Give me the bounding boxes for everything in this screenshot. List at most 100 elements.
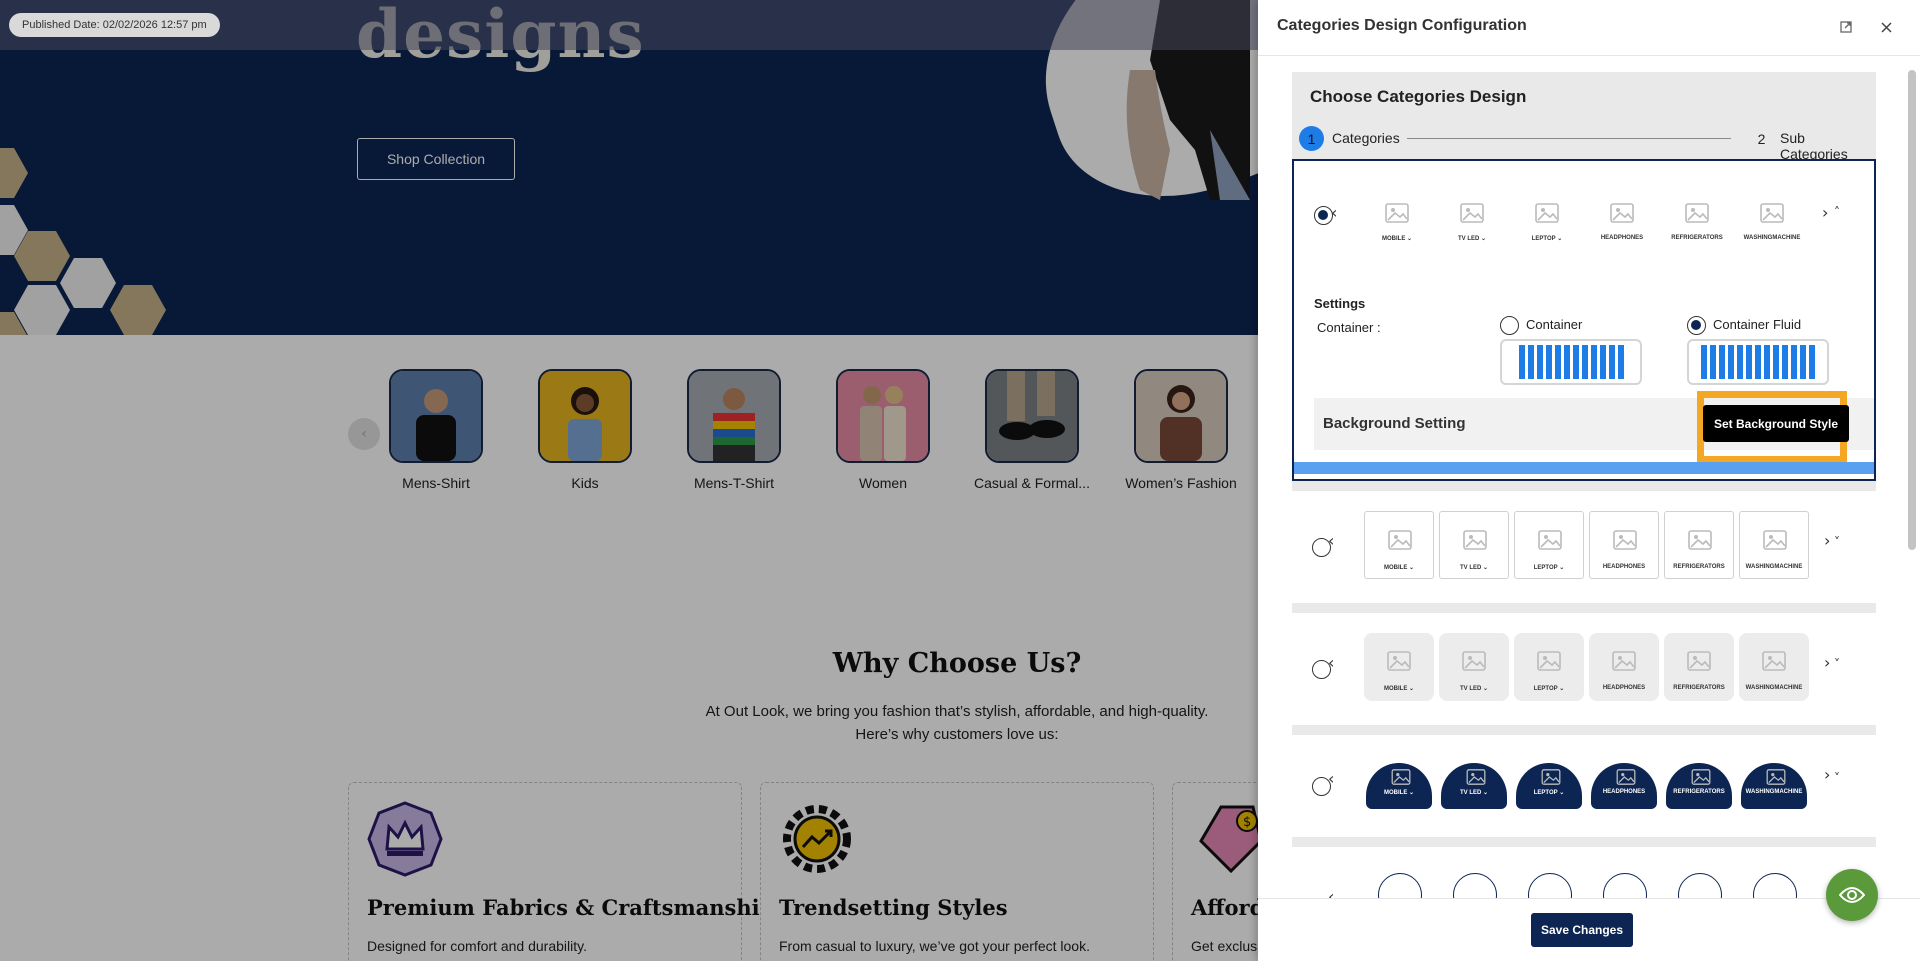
design-option-2[interactable]: ‹ MOBILE ⌄ TV LED ⌄ LEPTOP ⌄ HEADPHONES … (1292, 491, 1876, 603)
categories-design-panel: Categories Design Configuration Choose C… (1258, 0, 1920, 961)
image-placeholder-icon (1365, 518, 1435, 562)
container-preview[interactable] (1500, 339, 1642, 385)
category-tile: LEPTOP ⌄ (1514, 511, 1584, 579)
category-tile: REFRIGERATORS (1664, 511, 1734, 579)
next-chevron-icon: › (1822, 203, 1829, 222)
prev-chevron-icon: ‹ (1328, 531, 1335, 550)
step-2-label[interactable]: Sub Categories (1780, 130, 1875, 162)
image-placeholder-icon (1366, 763, 1436, 789)
next-chevron-icon: › (1824, 531, 1831, 550)
image-placeholder-icon (1587, 193, 1657, 233)
category-tile: REFRIGERATORS (1662, 193, 1732, 241)
tile-label: WASHINGMACHINE (1743, 235, 1801, 241)
container-fluid-radio[interactable] (1687, 316, 1706, 335)
tile-label: TV LED ⌄ (1459, 686, 1489, 692)
category-tile: WASHINGMACHINE (1741, 763, 1807, 809)
step-2-number[interactable]: 2 (1749, 126, 1774, 151)
collapse-chevron-icon[interactable]: ˄ (1834, 205, 1840, 219)
tile-label: HEADPHONES (1602, 564, 1646, 570)
category-tile: TV LED ⌄ (1441, 763, 1507, 809)
tile-label: REFRIGERATORS (1673, 789, 1725, 795)
category-tile: MOBILE ⌄ (1362, 193, 1432, 242)
category-tile: HEADPHONES (1589, 633, 1659, 701)
step-1-label[interactable]: Categories (1332, 130, 1400, 146)
image-placeholder-icon (1441, 763, 1511, 789)
eye-icon (1839, 887, 1865, 903)
image-placeholder-icon (1665, 518, 1735, 562)
category-tile: TV LED ⌄ (1439, 633, 1509, 701)
close-icon[interactable] (1874, 15, 1898, 39)
category-tile: MOBILE ⌄ (1366, 763, 1432, 809)
image-placeholder-icon (1737, 193, 1807, 233)
settings-heading: Settings (1314, 296, 1366, 311)
design-option-1[interactable]: ‹ MOBILE ⌄ TV LED ⌄ LEPTOP ⌄ HEADPHONES … (1292, 159, 1876, 481)
category-tile: HEADPHONES (1591, 763, 1657, 809)
image-placeholder-icon (1440, 518, 1510, 562)
category-tile: LEPTOP ⌄ (1512, 193, 1582, 242)
image-placeholder-icon (1589, 639, 1659, 683)
save-changes-button[interactable]: Save Changes (1531, 913, 1633, 947)
image-placeholder-icon (1664, 639, 1734, 683)
set-background-style-button[interactable]: Set Background Style (1703, 405, 1849, 442)
category-tile (1753, 873, 1797, 898)
image-placeholder-icon (1666, 763, 1736, 789)
tile-label: REFRIGERATORS (1673, 685, 1725, 691)
preview-eye-button[interactable] (1826, 869, 1878, 921)
category-tile: WASHINGMACHINE (1737, 193, 1807, 241)
design-option-4[interactable]: ‹ MOBILE ⌄ TV LED ⌄ LEPTOP ⌄ HEADPHONES … (1292, 735, 1876, 837)
container-label: Container : (1317, 320, 1381, 335)
prev-chevron-icon: ‹ (1328, 769, 1335, 788)
tile-label: LEPTOP ⌄ (1531, 236, 1563, 242)
tile-label: LEPTOP ⌄ (1533, 686, 1565, 692)
category-tile: REFRIGERATORS (1664, 633, 1734, 701)
tile-label: MOBILE ⌄ (1383, 565, 1415, 571)
category-tile: REFRIGERATORS (1666, 763, 1732, 809)
design-option-3[interactable]: ‹ MOBILE ⌄ TV LED ⌄ LEPTOP ⌄ HEADPHONES … (1292, 613, 1876, 725)
tile-label: MOBILE ⌄ (1383, 686, 1415, 692)
tile-label: REFRIGERATORS (1671, 235, 1723, 241)
expand-chevron-icon[interactable]: ˅ (1834, 535, 1840, 549)
panel-header: Categories Design Configuration (1258, 0, 1920, 56)
category-tile (1528, 873, 1572, 898)
tile-label: TV LED ⌄ (1457, 236, 1487, 242)
image-placeholder-icon (1741, 763, 1811, 789)
image-placeholder-icon (1662, 193, 1732, 233)
prev-chevron-icon: ‹ (1331, 203, 1338, 222)
published-date-badge: Published Date: 02/02/2026 12:57 pm (9, 13, 220, 37)
image-placeholder-icon (1590, 518, 1660, 562)
expand-icon[interactable] (1834, 15, 1858, 39)
category-tile: WASHINGMACHINE (1739, 633, 1809, 701)
tile-label: LEPTOP ⌄ (1533, 790, 1565, 796)
category-tile: HEADPHONES (1589, 511, 1659, 579)
tile-label: HEADPHONES (1602, 789, 1646, 795)
image-placeholder-icon (1739, 639, 1809, 683)
container-radio[interactable] (1500, 316, 1519, 335)
tile-label: WASHINGMACHINE (1745, 789, 1803, 795)
tile-label: TV LED ⌄ (1459, 565, 1489, 571)
next-chevron-icon: › (1824, 765, 1831, 784)
category-tile: TV LED ⌄ (1437, 193, 1507, 242)
container-option-label: Container (1526, 317, 1583, 332)
category-tile: TV LED ⌄ (1439, 511, 1509, 579)
step-1-number[interactable]: 1 (1299, 126, 1324, 151)
category-tile (1378, 873, 1422, 898)
category-tile (1453, 873, 1497, 898)
tile-label: REFRIGERATORS (1673, 564, 1725, 570)
tile-label: WASHINGMACHINE (1745, 685, 1803, 691)
next-chevron-icon: › (1824, 653, 1831, 672)
step-connector (1407, 138, 1731, 139)
container-fluid-preview[interactable] (1687, 339, 1829, 385)
background-setting-label: Background Setting (1323, 415, 1466, 432)
stepper: 1 Categories 2 Sub Categories (1299, 126, 1875, 162)
design-option-5[interactable]: ‹ (1292, 847, 1876, 898)
image-placeholder-icon (1740, 518, 1810, 562)
expand-chevron-icon[interactable]: ˅ (1834, 657, 1840, 671)
image-placeholder-icon (1437, 193, 1507, 233)
expand-chevron-icon[interactable]: ˅ (1834, 771, 1840, 785)
image-placeholder-icon (1514, 639, 1584, 683)
tile-label: HEADPHONES (1602, 685, 1646, 691)
prev-chevron-icon: ‹ (1328, 887, 1335, 898)
panel-scrollbar[interactable] (1908, 70, 1916, 550)
prev-chevron-icon: ‹ (1328, 653, 1335, 672)
image-placeholder-icon (1362, 193, 1432, 233)
